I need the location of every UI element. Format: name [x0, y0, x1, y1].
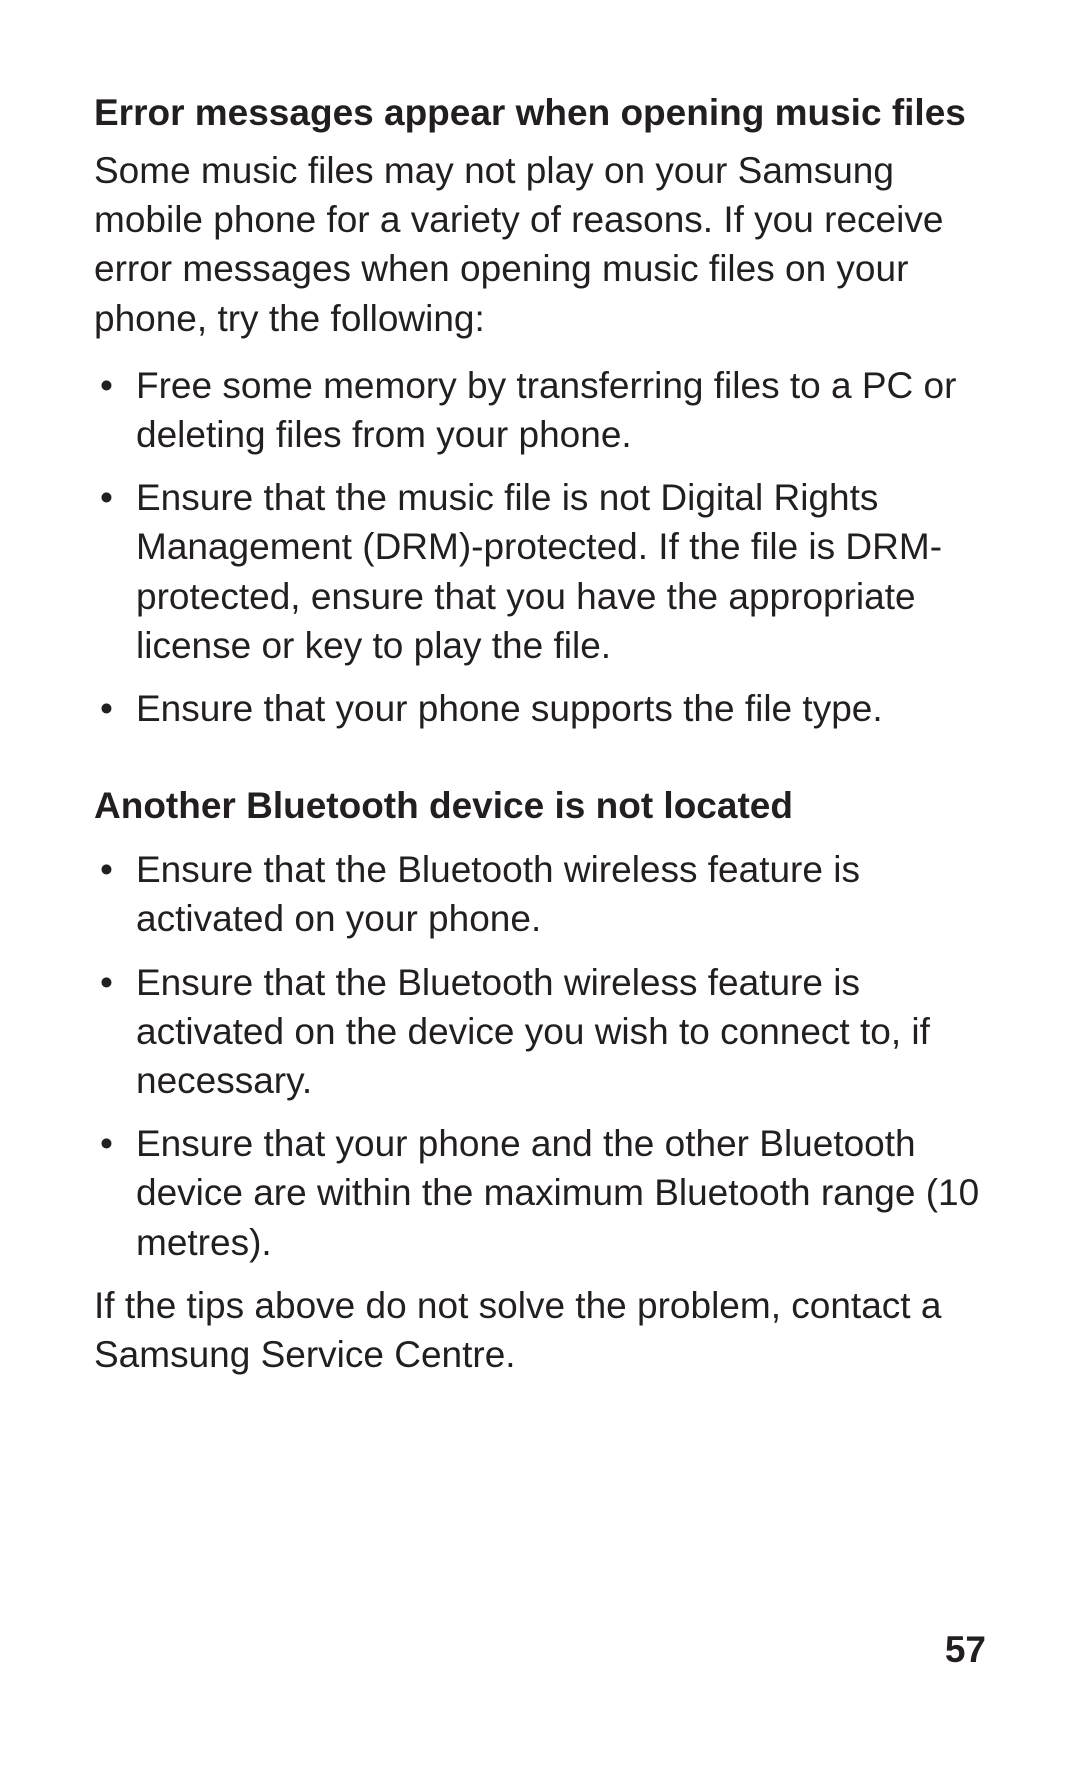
section1-intro: Some music files may not play on your Sa… [94, 146, 990, 343]
list-item: Ensure that your phone and the other Blu… [94, 1119, 990, 1267]
section1-heading: Error messages appear when opening music… [94, 88, 990, 138]
list-item: Ensure that the music file is not Digita… [94, 473, 990, 670]
page-number: 57 [945, 1629, 986, 1671]
list-item: Ensure that the Bluetooth wireless featu… [94, 845, 990, 943]
section2-heading: Another Bluetooth device is not located [94, 781, 990, 831]
list-item: Ensure that the Bluetooth wireless featu… [94, 958, 990, 1106]
section2-closing: If the tips above do not solve the probl… [94, 1281, 990, 1379]
list-item: Ensure that your phone supports the file… [94, 684, 990, 733]
document-page: Error messages appear when opening music… [0, 0, 1080, 1771]
list-item: Free some memory by transferring files t… [94, 361, 990, 459]
section2-list: Ensure that the Bluetooth wireless featu… [94, 845, 990, 1267]
section1-list: Free some memory by transferring files t… [94, 361, 990, 733]
